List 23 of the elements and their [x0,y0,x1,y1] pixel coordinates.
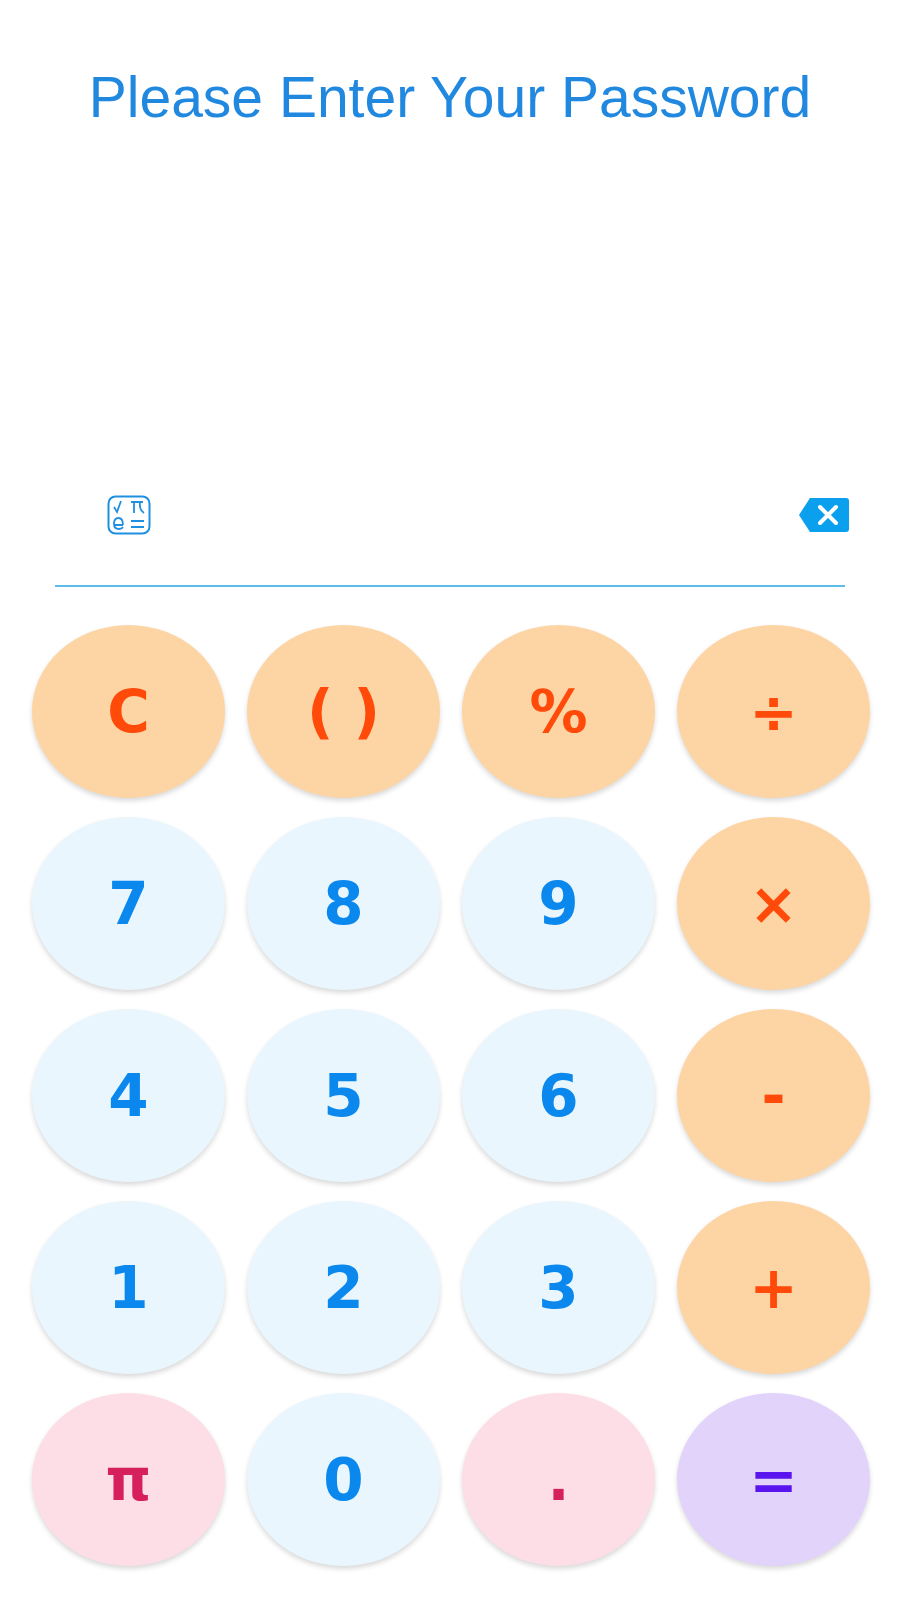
keypad-key[interactable]: × [677,817,870,990]
keypad-key[interactable]: 4 [32,1009,225,1182]
keypad-key[interactable]: = [677,1393,870,1566]
keypad-key[interactable]: - [677,1009,870,1182]
keypad-key[interactable]: ÷ [677,625,870,798]
keypad-key[interactable]: C [32,625,225,798]
math-symbols-icon[interactable] [107,495,151,535]
backspace-icon[interactable] [798,497,850,533]
keypad-key[interactable]: ( ) [247,625,440,798]
keypad-key[interactable]: + [677,1201,870,1374]
keypad-key[interactable]: 6 [462,1009,655,1182]
keypad-key[interactable]: 3 [462,1201,655,1374]
keypad-key[interactable]: 9 [462,817,655,990]
keypad-key[interactable]: 1 [32,1201,225,1374]
keypad-key[interactable]: 5 [247,1009,440,1182]
keypad-key[interactable]: % [462,625,655,798]
keypad-key[interactable]: 0 [247,1393,440,1566]
page-title: Please Enter Your Password [87,64,813,130]
keypad-key[interactable]: . [462,1393,655,1566]
keypad-key[interactable]: 2 [247,1201,440,1374]
keypad-key[interactable]: 8 [247,817,440,990]
keypad-key[interactable]: π [32,1393,225,1566]
keypad-key[interactable]: 7 [32,817,225,990]
